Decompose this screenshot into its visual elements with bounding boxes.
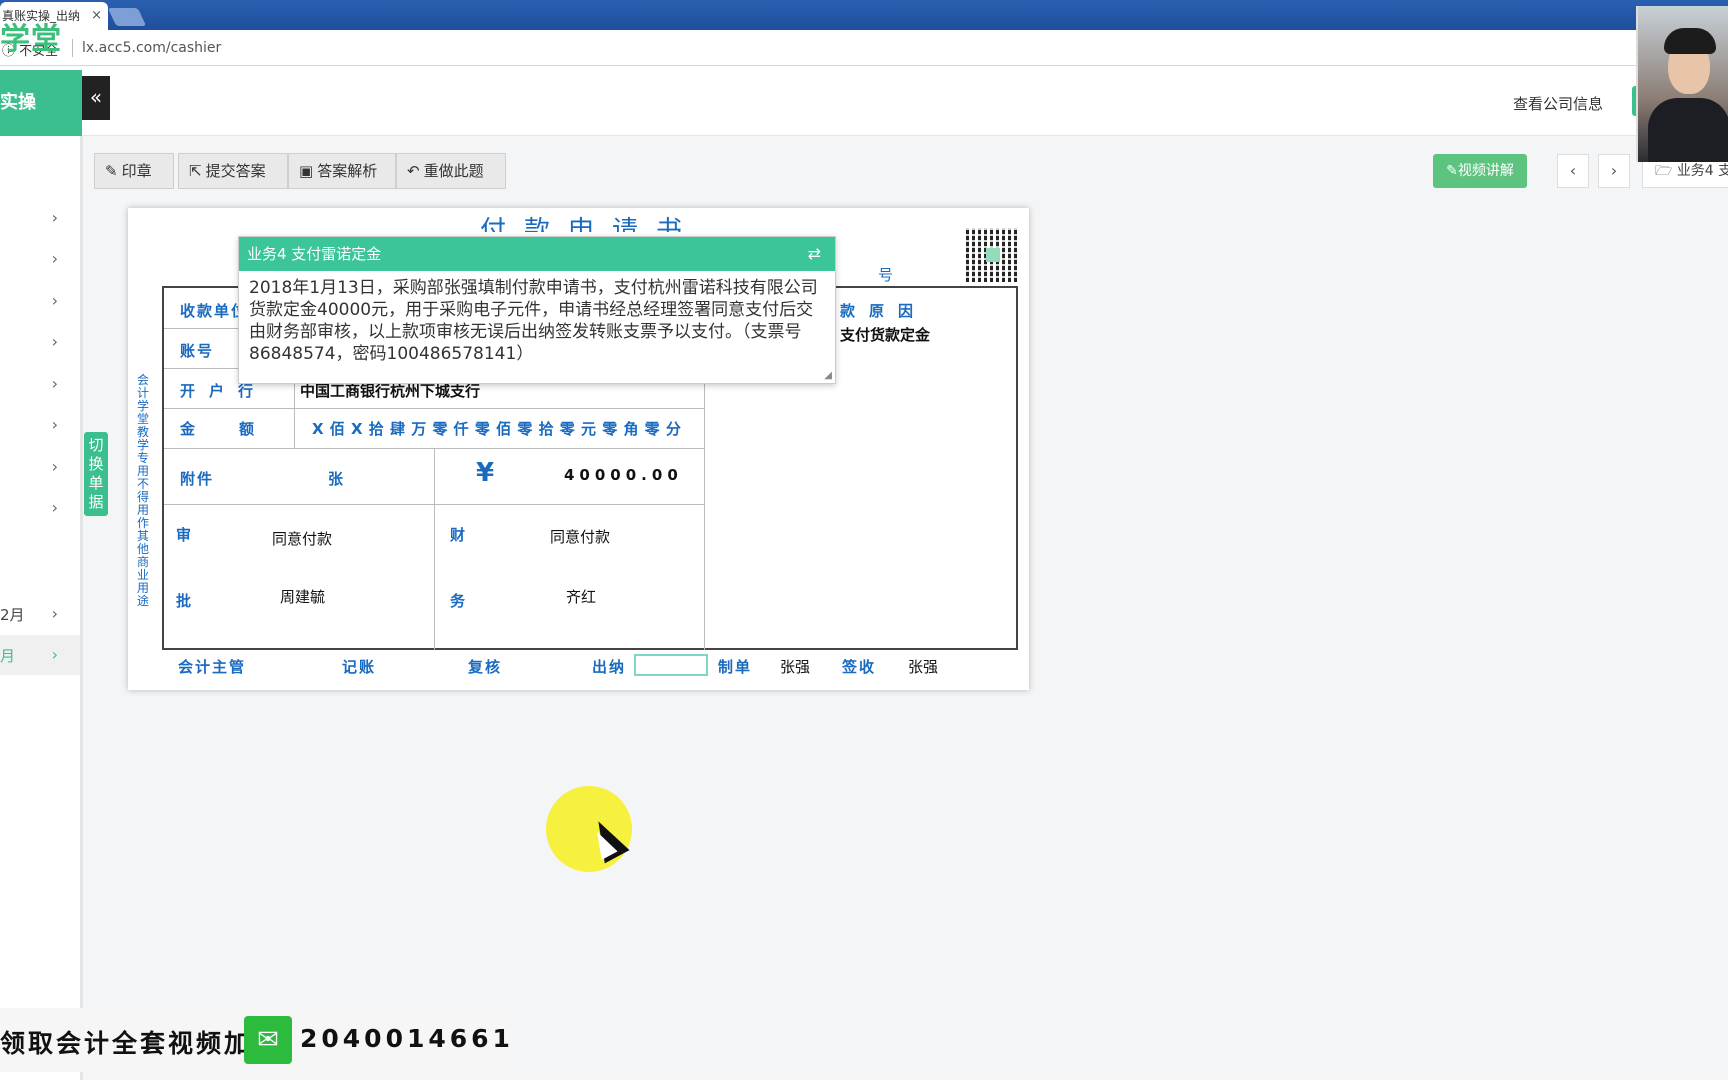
url-text[interactable]: lx.acc5.com/cashier — [82, 40, 221, 56]
sidebar-item[interactable]: › — [0, 405, 80, 445]
amount-label: 金额 — [180, 420, 299, 438]
resize-handle-icon[interactable]: ◢ — [824, 370, 832, 381]
sidebar-item-active-month[interactable]: 月 › — [0, 635, 80, 675]
brand-label: 实操 — [0, 70, 82, 136]
cashier-sign-input[interactable] — [634, 654, 708, 676]
swap-icon[interactable]: ⇄ — [808, 237, 821, 271]
reason-label: 款原因 — [840, 302, 928, 320]
chevron-right-icon: › — [51, 645, 58, 664]
chevron-right-icon: › — [51, 291, 58, 310]
save-icon: ▣ — [299, 162, 314, 180]
prev-button[interactable]: ‹ — [1557, 154, 1589, 188]
task-popup[interactable]: 业务4 支付雷诺定金 ⇄ 2018年1月13日，采购部张强填制付款申请书，支付杭… — [238, 236, 836, 384]
sidebar: › › › › › › › › 2月 › 月 › — [0, 136, 83, 1080]
attach-label: 附件 — [180, 470, 215, 488]
account-label: 账号 — [180, 342, 215, 360]
popup-body: 2018年1月13日，采购部张强填制付款申请书，支付杭州雷诺科技有限公司货款定金… — [249, 278, 818, 364]
finance-char-1: 财 — [450, 526, 468, 544]
currency-symbol: ¥ — [476, 458, 497, 488]
next-button[interactable]: › — [1598, 154, 1630, 188]
company-info-link[interactable]: 查看公司信息 — [1513, 93, 1603, 114]
webcam-person-body — [1648, 98, 1728, 162]
qr-code-icon — [966, 228, 1020, 282]
webcam-overlay — [1636, 6, 1728, 162]
tab-close-icon[interactable]: × — [91, 2, 102, 30]
address-divider — [72, 39, 73, 57]
audit-char-2: 批 — [176, 592, 194, 610]
sidebar-item[interactable]: › — [0, 364, 80, 404]
footer-chief-accountant: 会计主管 — [178, 658, 247, 676]
chevron-right-icon: › — [51, 208, 58, 227]
sidebar-item-feb[interactable]: 2月 › — [0, 594, 80, 634]
video-explain-button[interactable]: ✎视频讲解 — [1433, 154, 1527, 188]
sidebar-item[interactable]: › — [0, 322, 80, 362]
external-link-icon: ⇱ — [189, 162, 202, 180]
submit-answer-button[interactable]: ⇱ 提交答案 — [178, 153, 288, 189]
webcam-person-hair — [1664, 28, 1716, 54]
promo-text: 领取会计全套视频加 — [0, 1029, 253, 1058]
chevron-right-icon: › — [51, 457, 58, 476]
footer-cashier: 出纳 — [592, 658, 627, 676]
finance-value-2: 齐红 — [566, 588, 597, 606]
sidebar-item[interactable]: › — [0, 447, 80, 487]
chevron-right-icon: › — [51, 374, 58, 393]
site-logo: 学堂 — [0, 22, 62, 57]
finance-char-2: 务 — [450, 592, 468, 610]
footer-sign: 签收 — [842, 658, 877, 676]
chevron-right-icon: › — [51, 498, 58, 517]
chevron-right-icon: › — [51, 415, 58, 434]
form-title: 付款申请书 — [480, 216, 701, 232]
sidebar-item[interactable]: › — [0, 488, 80, 528]
new-tab-button[interactable] — [107, 8, 147, 26]
popup-header[interactable]: 业务4 支付雷诺定金 ⇄ — [239, 237, 835, 271]
footer-sign-value: 张强 — [908, 658, 939, 676]
audit-char-1: 审 — [176, 526, 194, 544]
chevron-right-icon: › — [51, 332, 58, 351]
address-bar[interactable]: ⓘ 不安全 lx.acc5.com/cashier — [0, 30, 1728, 66]
sidebar-item[interactable]: › — [0, 281, 80, 321]
audit-value-1: 同意付款 — [272, 530, 333, 548]
promo-banner: 领取会计全套视频加 ✉ 2040014661 — [0, 1008, 512, 1072]
footer-review: 复核 — [468, 658, 503, 676]
amount-words: X 佰 X 拾 肆 万 零 仟 零 佰 零 拾 零 元 零 角 零 分 — [312, 420, 681, 438]
finance-value-1: 同意付款 — [550, 528, 611, 546]
audit-value-2: 周建毓 — [280, 588, 326, 606]
folder-icon: 🗁 — [1655, 163, 1677, 179]
redo-button[interactable]: ↶ 重做此题 — [396, 153, 506, 189]
number-label: 号 — [878, 266, 894, 284]
edit-icon: ✎ — [105, 162, 118, 180]
switch-document-button[interactable]: 切换单据 — [84, 432, 108, 516]
side-note: 会计学堂教学专用不得用作其他商业用途 — [136, 373, 149, 608]
collapse-sidebar-icon[interactable]: « — [82, 76, 110, 120]
browser-tab-bar: 真账实操_出纳 × — [0, 0, 1728, 30]
popup-title: 业务4 支付雷诺定金 — [247, 245, 382, 263]
grid-line — [164, 408, 704, 409]
footer-maker: 制单 — [718, 658, 753, 676]
footer-maker-value: 张强 — [780, 658, 811, 676]
undo-icon: ↶ — [407, 162, 420, 180]
app-header — [0, 66, 1728, 136]
amount-number: 40000.00 — [564, 466, 683, 484]
promo-number: 2040014661 — [300, 1024, 514, 1053]
grid-line — [434, 448, 435, 650]
wechat-icon: ✉ — [244, 1016, 292, 1064]
sidebar-item[interactable]: › — [0, 198, 80, 238]
chevron-right-icon: › — [51, 249, 58, 268]
answer-analysis-button[interactable]: ▣ 答案解析 — [288, 153, 396, 189]
footer-bookkeeping: 记账 — [342, 658, 377, 676]
chevron-right-icon: › — [51, 604, 58, 623]
stamp-button[interactable]: ✎ 印章 — [94, 153, 174, 189]
attach-unit: 张 — [328, 470, 346, 488]
sidebar-item[interactable]: › — [0, 239, 80, 279]
reason-value: 支付货款定金 — [840, 326, 931, 344]
